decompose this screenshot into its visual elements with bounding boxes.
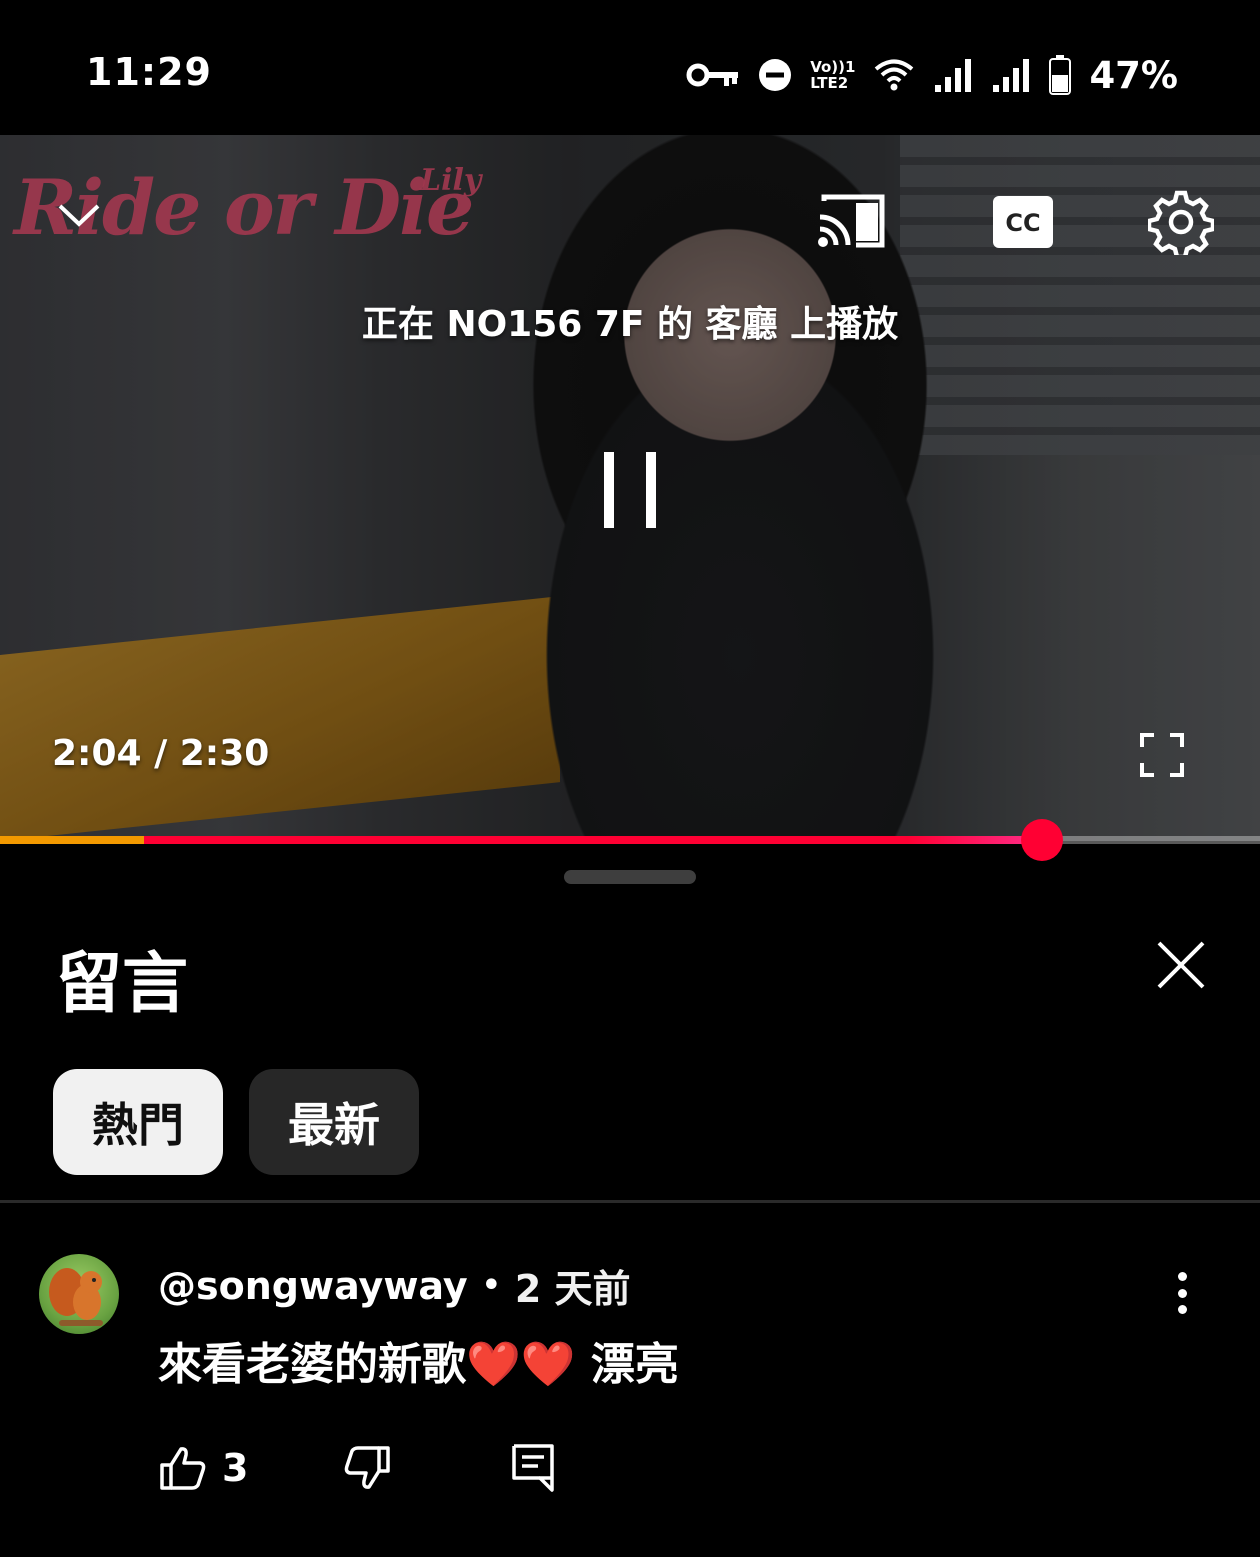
reply-icon — [512, 1444, 554, 1492]
comment-time: 2 天前 — [514, 1267, 631, 1311]
battery-percent: 47% — [1089, 53, 1178, 97]
pause-icon[interactable] — [590, 445, 670, 535]
volte-label-2: LTE2 — [810, 74, 849, 92]
battery-icon — [1049, 55, 1072, 95]
status-bar: 11:29 Vo))1 LTE2 47% — [0, 0, 1260, 135]
wifi-icon — [873, 58, 915, 92]
divider — [0, 1200, 1260, 1203]
gear-icon[interactable] — [1146, 187, 1216, 257]
seek-bar-thumb[interactable] — [1020, 819, 1063, 861]
more-dot — [1177, 1305, 1187, 1314]
volte-label-1: Vo))1 — [810, 58, 856, 76]
panel-drag-handle[interactable] — [564, 870, 696, 884]
signal-icon — [933, 57, 973, 93]
status-icons: Vo))1 LTE2 47% — [686, 50, 1178, 100]
seek-bar[interactable] — [0, 819, 1260, 861]
more-dot — [1177, 1288, 1187, 1298]
filter-chip-newest[interactable]: 最新 — [249, 1069, 419, 1175]
volte-icon: Vo))1 LTE2 — [810, 59, 855, 91]
chevron-down-icon[interactable] — [52, 195, 106, 235]
thumbs-down-icon — [344, 1446, 390, 1489]
video-player[interactable]: Ride or Die Lily CC 正在 NO156 7F 的 客廳 上播放… — [0, 135, 1260, 841]
filter-chip-top[interactable]: 熱門 — [53, 1069, 223, 1175]
cast-status-text: 正在 NO156 7F 的 客廳 上播放 — [361, 304, 899, 345]
status-time: 11:29 — [86, 50, 212, 94]
more-options-button[interactable] — [1162, 1268, 1202, 1318]
comment-author[interactable]: @songwayway — [158, 1264, 468, 1308]
comment-separator: • — [481, 1268, 501, 1303]
close-button[interactable] — [1150, 934, 1212, 996]
like-count: 3 — [222, 1446, 249, 1490]
more-dot — [1177, 1272, 1187, 1281]
close-icon — [1157, 941, 1205, 989]
cast-icon[interactable] — [814, 191, 888, 251]
reply-button[interactable] — [512, 1438, 554, 1498]
squirrel-avatar-icon — [49, 1268, 103, 1326]
like-button[interactable]: 3 — [160, 1438, 248, 1498]
dislike-button[interactable] — [344, 1438, 390, 1498]
comment-header: @songwayway • 2 天前 — [158, 1258, 631, 1313]
signal-icon — [991, 57, 1031, 93]
seek-bar-played — [144, 836, 1042, 844]
seek-bar-buffer — [0, 836, 145, 844]
captions-icon[interactable]: CC — [992, 195, 1054, 249]
fullscreen-icon[interactable] — [1138, 731, 1186, 779]
avatar[interactable] — [39, 1254, 119, 1334]
vpn-key-icon — [686, 60, 740, 90]
video-overlay-logo-sub: Lily — [420, 163, 482, 198]
do-not-disturb-icon — [758, 58, 792, 92]
svg-text:CC: CC — [1005, 209, 1040, 237]
video-time: 2:04 / 2:30 — [52, 733, 270, 774]
thumbs-up-icon — [160, 1447, 206, 1490]
comment-text: 來看老婆的新歌❤️❤️ 漂亮 — [158, 1339, 679, 1390]
comments-title: 留言 — [56, 945, 188, 1022]
